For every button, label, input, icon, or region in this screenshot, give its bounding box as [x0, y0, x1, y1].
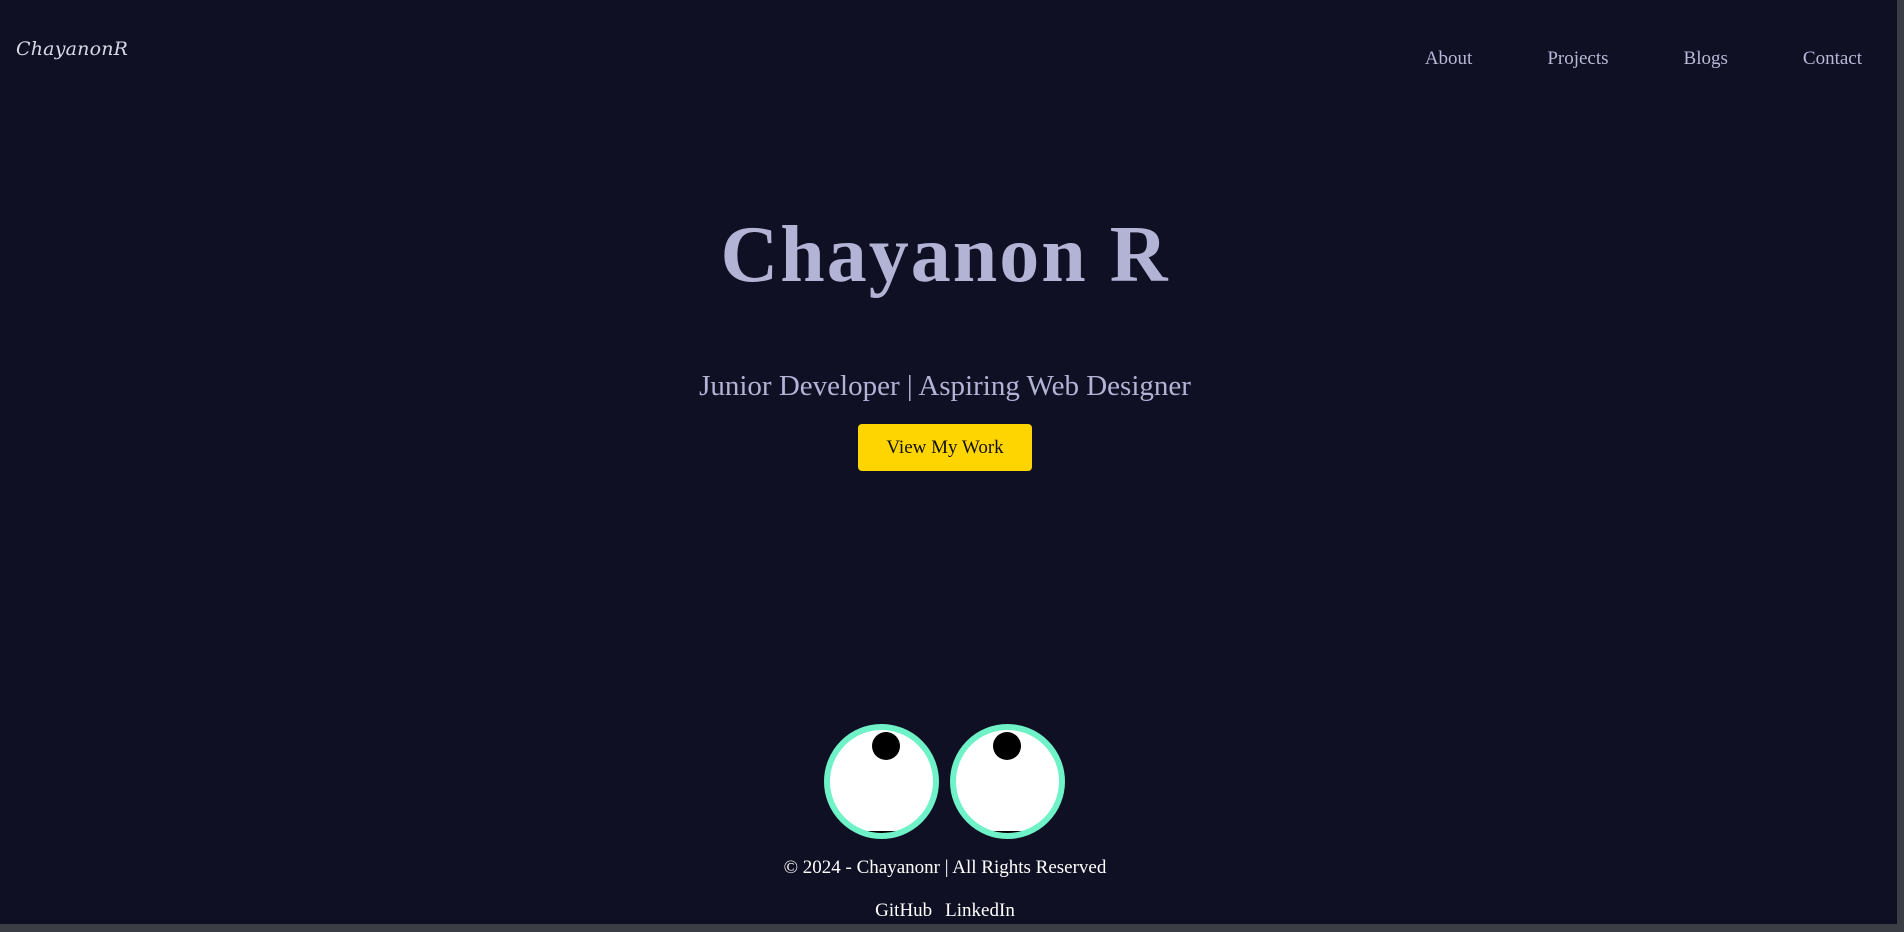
right-eye-lid [986, 831, 1028, 833]
googly-eyes-icon [824, 724, 1066, 840]
nav-link-contact[interactable]: Contact [1803, 48, 1862, 70]
window-bottom-edge [0, 924, 1904, 932]
github-link[interactable]: GitHub [875, 900, 932, 922]
left-pupil [872, 732, 900, 760]
site-logo[interactable]: ChayanonR [16, 38, 128, 60]
nav-link-projects[interactable]: Projects [1547, 48, 1608, 70]
nav-link-blogs[interactable]: Blogs [1684, 48, 1728, 70]
hero-title: Chayanon R [720, 211, 1170, 299]
nav-link-about[interactable]: About [1425, 48, 1473, 70]
footer-copyright: © 2024 - Chayanonr | All Rights Reserved [783, 857, 1107, 878]
hero-subtitle: Junior Developer | Aspiring Web Designer [699, 370, 1191, 402]
left-eye-icon [824, 724, 939, 839]
main-nav: About Projects Blogs Contact [1425, 48, 1862, 70]
right-eye-icon [950, 724, 1065, 839]
left-eye-lid [860, 831, 902, 833]
right-pupil [993, 732, 1021, 760]
footer-social-links: GitHub LinkedIn [0, 900, 1890, 922]
window-right-edge [1897, 0, 1904, 932]
page: ChayanonR About Projects Blogs Contact C… [0, 0, 1897, 924]
view-my-work-button[interactable]: View My Work [858, 424, 1032, 471]
linkedin-link[interactable]: LinkedIn [945, 900, 1015, 922]
